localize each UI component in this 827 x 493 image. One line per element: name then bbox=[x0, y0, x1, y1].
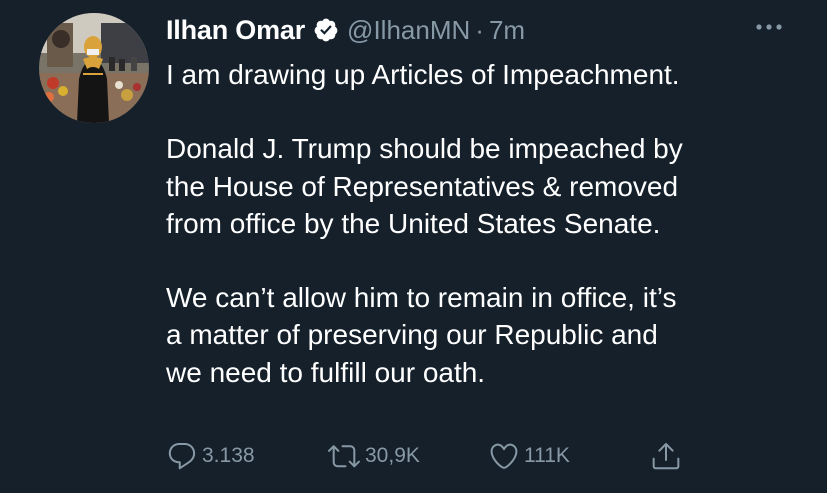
tweet-paragraph: I am drawing up Articles of Impeachment. bbox=[166, 56, 806, 93]
tweet-line: we need to fulfill our oath. bbox=[166, 356, 486, 388]
tweet-line: I am drawing up Articles of Impeachment. bbox=[166, 59, 680, 90]
retweet-icon bbox=[327, 440, 361, 472]
author-handle[interactable]: @IlhanMN bbox=[347, 15, 470, 46]
tweet-actions: 3.138 30,9K 111K bbox=[166, 438, 806, 474]
reply-button[interactable]: 3.138 bbox=[166, 438, 255, 474]
share-icon bbox=[650, 440, 682, 472]
tweet-line: Donald J. Trump should be impeached by bbox=[166, 133, 683, 165]
tweet[interactable]: Ilhan Omar @IlhanMN · 7m I am drawing up… bbox=[0, 0, 827, 493]
tweet-header: Ilhan Omar @IlhanMN · 7m bbox=[166, 10, 525, 50]
avatar[interactable] bbox=[39, 13, 149, 123]
reply-count: 3.138 bbox=[202, 444, 255, 467]
tweet-line: We can’t allow him to remain in office, … bbox=[166, 282, 677, 314]
retweet-button[interactable]: 30,9K bbox=[327, 438, 420, 474]
tweet-text: I am drawing up Articles of Impeachment.… bbox=[166, 56, 806, 391]
author-name[interactable]: Ilhan Omar bbox=[166, 15, 305, 46]
timestamp[interactable]: 7m bbox=[489, 15, 525, 46]
more-horizontal-icon[interactable] bbox=[752, 18, 786, 36]
tweet-line: a matter of preserving our Republic and bbox=[166, 319, 658, 351]
like-button[interactable]: 111K bbox=[488, 438, 570, 474]
tweet-paragraph: We can’t allow him to remain in office, … bbox=[166, 279, 806, 391]
reply-icon bbox=[166, 440, 198, 472]
share-button[interactable] bbox=[650, 438, 682, 474]
retweet-count: 30,9K bbox=[365, 444, 420, 467]
heart-icon bbox=[488, 440, 520, 472]
like-count: 111K bbox=[524, 444, 570, 467]
verified-badge-icon bbox=[313, 17, 339, 43]
tweet-line: the House of Representatives & removed bbox=[166, 170, 679, 202]
profile-photo-icon bbox=[39, 13, 149, 123]
tweet-paragraph: Donald J. Trump should be impeached by t… bbox=[166, 130, 806, 242]
separator-dot: · bbox=[475, 14, 484, 45]
tweet-line: from office by the United States Senate. bbox=[166, 207, 661, 239]
